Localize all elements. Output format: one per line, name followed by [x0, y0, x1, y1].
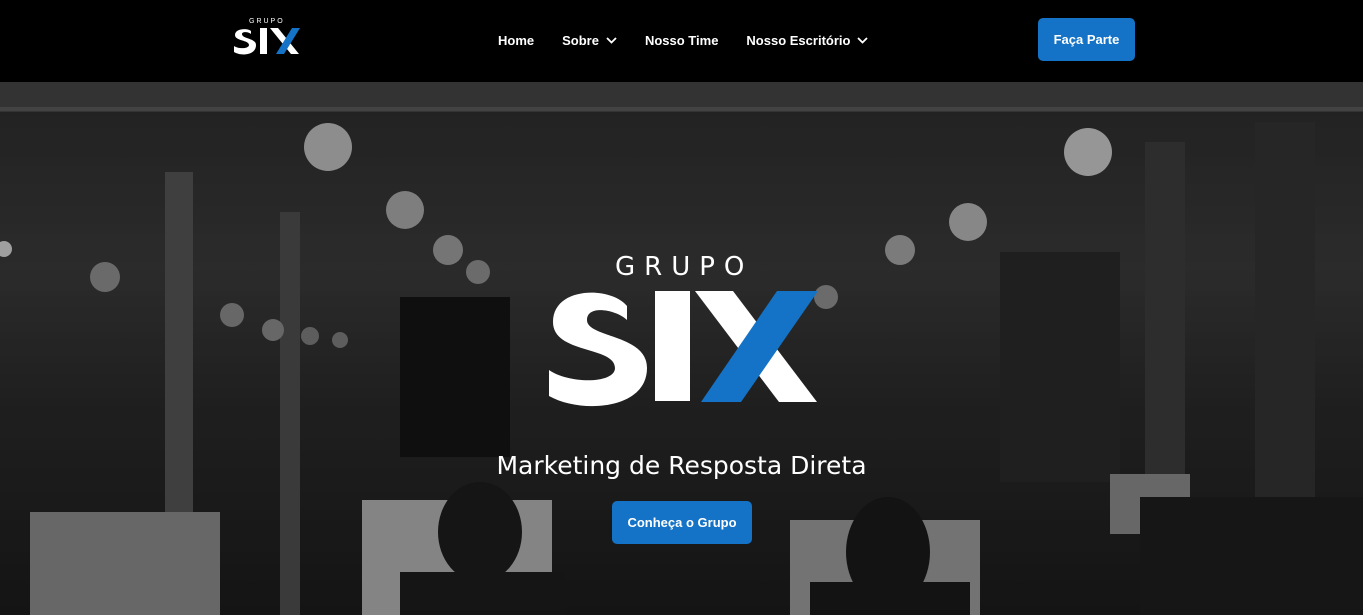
conheca-o-grupo-button[interactable]: Conheça o Grupo [612, 501, 752, 544]
site-header: GRUPO Home Sobre Nosso Time Nosso Escrit… [0, 0, 1363, 82]
chevron-down-icon [606, 36, 617, 44]
hero-tagline: Marketing de Resposta Direta [496, 451, 867, 480]
nav-nosso-time[interactable]: Nosso Time [645, 33, 718, 48]
logo-grupo-text: GRUPO [249, 18, 285, 25]
nav-nosso-escritorio-label: Nosso Escritório [746, 32, 851, 48]
main-nav: Home Sobre Nosso Time Nosso Escritório [498, 30, 896, 50]
nav-home[interactable]: Home [498, 33, 534, 48]
nav-home-label: Home [498, 32, 535, 48]
faca-parte-button[interactable]: Faça Parte [1038, 18, 1135, 61]
hero-grupo-text: GRUPO [615, 252, 754, 282]
nav-nosso-escritorio[interactable]: Nosso Escritório [746, 32, 869, 48]
six-logo-mark [234, 28, 300, 55]
chevron-down-icon [857, 36, 869, 44]
brand-logo[interactable]: GRUPO [232, 18, 302, 62]
nav-nosso-time-label: Nosso Time [644, 32, 719, 48]
nav-sobre-label: Sobre [562, 32, 599, 48]
nav-sobre[interactable]: Sobre [562, 33, 617, 48]
hero-section: GRUPO Marketing de Resposta Direta Conhe… [0, 82, 1363, 615]
hero-brand-logo: GRUPO [545, 252, 820, 412]
six-hero-logo-mark [549, 291, 818, 407]
